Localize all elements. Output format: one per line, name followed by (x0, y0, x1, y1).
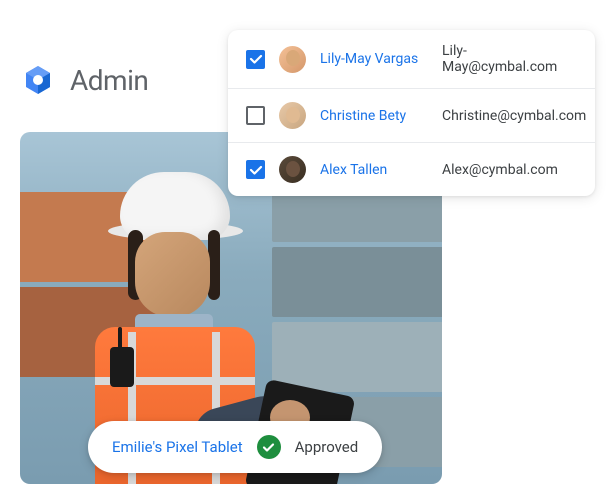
avatar (279, 46, 306, 73)
device-name-link[interactable]: Emilie's Pixel Tablet (112, 438, 243, 456)
user-name-link[interactable]: Christine Bety (320, 108, 428, 124)
checkbox-checked-icon[interactable] (246, 160, 265, 179)
admin-header: Admin (20, 62, 148, 98)
user-email: Christine@cymbal.com (442, 108, 586, 124)
check-circle-icon (257, 435, 281, 459)
user-email: Lily-May@cymbal.com (442, 43, 577, 75)
avatar (279, 156, 306, 183)
avatar (279, 102, 306, 129)
product-name: Admin (70, 64, 148, 97)
user-row[interactable]: Christine Bety Christine@cymbal.com (228, 89, 595, 143)
user-name-link[interactable]: Alex Tallen (320, 162, 428, 178)
user-row[interactable]: Lily-May Vargas Lily-May@cymbal.com (228, 30, 595, 89)
user-list-card: Lily-May Vargas Lily-May@cymbal.com Chri… (228, 30, 595, 196)
user-name-link[interactable]: Lily-May Vargas (320, 51, 428, 67)
user-row[interactable]: Alex Tallen Alex@cymbal.com (228, 143, 595, 196)
checkbox-checked-icon[interactable] (246, 50, 265, 69)
user-email: Alex@cymbal.com (442, 162, 558, 178)
approval-status: Approved (295, 438, 359, 456)
admin-logo-icon (20, 62, 56, 98)
checkbox-unchecked-icon[interactable] (246, 106, 265, 125)
device-approval-pill: Emilie's Pixel Tablet Approved (88, 421, 382, 473)
